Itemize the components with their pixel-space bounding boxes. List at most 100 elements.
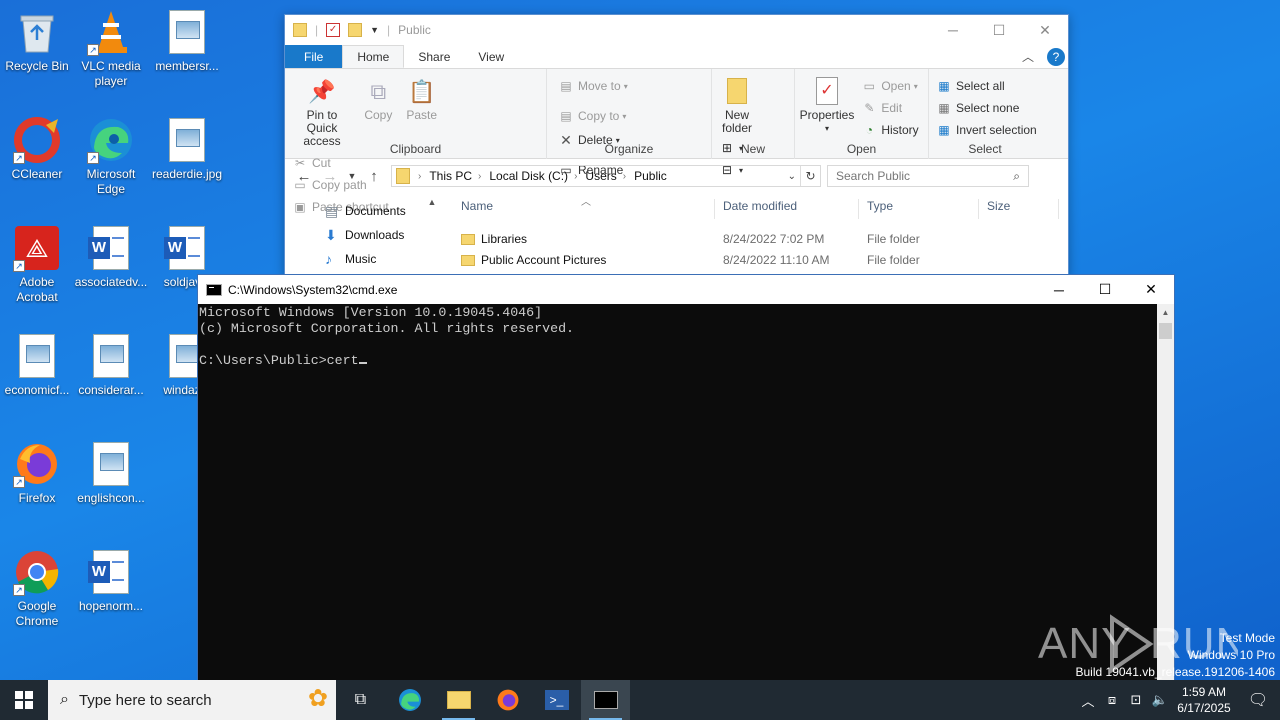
desktop-icon-hopenorm[interactable]: W hopenorm...	[74, 548, 148, 614]
word-document-icon: W	[87, 224, 135, 272]
folder-icon	[396, 168, 410, 184]
breadcrumb-public[interactable]: Public	[634, 169, 667, 183]
nav-item-music[interactable]: ♪ Music	[285, 247, 440, 271]
volume-icon[interactable]: 🔈	[1148, 692, 1172, 708]
console-input[interactable]: cert	[327, 353, 359, 368]
music-icon: ♪	[325, 251, 332, 267]
file-explorer-window[interactable]: | ✓ ▼ | Public ─ ☐ ✕ File Home Share Vie…	[284, 14, 1069, 276]
start-button[interactable]	[0, 680, 48, 720]
copy-button[interactable]: ⧉ Copy	[358, 73, 398, 124]
open-button[interactable]: ▭ Open ▾	[858, 75, 921, 97]
close-button[interactable]: ✕	[1128, 275, 1174, 304]
taskbar-cmd-button[interactable]	[581, 680, 630, 720]
tab-home[interactable]: Home	[342, 45, 405, 68]
tab-share[interactable]: Share	[404, 45, 464, 68]
taskbar-search-box[interactable]: ⌕ Type here to search ✿	[48, 680, 336, 720]
tab-view[interactable]: View	[464, 45, 518, 68]
desktop-icon-label: Google Chrome	[15, 599, 59, 628]
desktop-icon-ccleaner[interactable]: ↗ CCleaner	[0, 116, 74, 182]
select-none-button[interactable]: ▦ Select none	[933, 97, 1040, 119]
minimize-button[interactable]: ─	[930, 15, 976, 45]
table-row[interactable]: Libraries 8/24/2022 7:02 PM File folder	[453, 228, 1060, 249]
desktop-icon-associatedv[interactable]: W associatedv...	[74, 224, 148, 290]
new-folder-button[interactable]: New folder	[716, 73, 758, 137]
clock-date: 6/17/2025	[1177, 701, 1231, 715]
breadcrumb-local-disk[interactable]: Local Disk (C:)	[489, 169, 568, 183]
edit-icon: ✎	[864, 101, 875, 115]
desktop-icon-google-chrome[interactable]: ↗ Google Chrome	[0, 548, 74, 629]
desktop-icon-considerar[interactable]: considerar...	[74, 332, 148, 398]
desktop-icon-readerdie[interactable]: readerdie.jpg	[150, 116, 224, 182]
notification-center-icon[interactable]: 🗨	[1236, 690, 1280, 710]
column-type[interactable]: Type	[859, 199, 979, 219]
column-size[interactable]: Size	[979, 199, 1059, 219]
pin-to-quick-access-button[interactable]: 📌 Pin to Quick access	[289, 73, 355, 150]
new-folder-quick-icon[interactable]	[348, 23, 363, 37]
cmd-titlebar[interactable]: C:\Windows\System32\cmd.exe ─ ☐ ✕	[198, 275, 1174, 304]
explorer-titlebar[interactable]: | ✓ ▼ | Public ─ ☐ ✕	[285, 15, 1068, 45]
properties-check-icon[interactable]: ✓	[326, 23, 341, 37]
scroll-up-icon[interactable]: ▲	[424, 197, 440, 207]
copy-path-button[interactable]: ▭ Copy path	[289, 174, 392, 196]
command-prompt-window[interactable]: C:\Windows\System32\cmd.exe ─ ☐ ✕ Micros…	[197, 274, 1175, 684]
desktop-icon-adobe-acrobat[interactable]: ⟁ ↗ Adobe Acrobat	[0, 224, 74, 305]
group-label: Organize	[604, 142, 654, 156]
shortcut-arrow-icon: ↗	[13, 260, 25, 272]
scroll-up-icon[interactable]: ▲	[1157, 304, 1174, 321]
breadcrumb-users[interactable]: Users	[585, 169, 616, 183]
scroll-thumb[interactable]	[1159, 323, 1172, 339]
desktop-icon-englishcon[interactable]: englishcon...	[74, 440, 148, 506]
desktop-icon-recycle-bin[interactable]: Recycle Bin	[0, 8, 74, 74]
collapse-ribbon-icon[interactable]: ︿	[1022, 45, 1044, 68]
invert-selection-button[interactable]: ▦ Invert selection	[933, 119, 1040, 141]
network-icon[interactable]: ⊡	[1124, 692, 1148, 708]
table-row[interactable]: Public Account Pictures 8/24/2022 11:10 …	[453, 249, 1060, 270]
desktop-icon-economicf[interactable]: economicf...	[0, 332, 74, 398]
search-icon[interactable]: ⌕	[1013, 169, 1020, 184]
taskbar-file-explorer-button[interactable]	[434, 680, 483, 720]
address-bar[interactable]: › This PC › Local Disk (C:) › Users › Pu…	[391, 165, 821, 187]
desktop-icon-membersr[interactable]: membersr...	[150, 8, 224, 74]
breadcrumb-this-pc[interactable]: This PC	[429, 169, 472, 183]
device-icon[interactable]: ⧈	[1100, 692, 1124, 708]
taskbar-powershell-button[interactable]: >_	[532, 680, 581, 720]
maximize-button[interactable]: ☐	[1082, 275, 1128, 304]
properties-button[interactable]: ✓ Properties ▾	[799, 73, 855, 137]
quick-access-dropdown-icon[interactable]: ▼	[370, 25, 379, 35]
refresh-icon[interactable]: ↻	[800, 166, 820, 186]
minimize-button[interactable]: ─	[1036, 275, 1082, 304]
chrome-icon: ↗	[13, 548, 61, 596]
show-hidden-icons-icon[interactable]: ︿	[1076, 691, 1100, 710]
desktop-icon-microsoft-edge[interactable]: ↗ Microsoft Edge	[74, 116, 148, 197]
nav-item-downloads[interactable]: ⬇ Downloads	[285, 223, 440, 247]
desktop-icon-vlc[interactable]: ↗ VLC media player	[74, 8, 148, 89]
clock[interactable]: 1:59 AM 6/17/2025	[1172, 684, 1236, 716]
file-date-cell: 8/24/2022 11:10 AM	[723, 252, 830, 267]
nav-pane-scrollbar[interactable]: ▲	[424, 197, 440, 277]
desktop-icon-label: Microsoft Edge	[86, 167, 136, 196]
desktop-icon-firefox[interactable]: ↗ Firefox	[0, 440, 74, 506]
move-to-button[interactable]: ▤ Move to ▾	[555, 75, 631, 97]
edit-button[interactable]: ✎ Edit	[858, 97, 921, 119]
tab-file[interactable]: File	[285, 45, 343, 68]
taskbar-firefox-button[interactable]	[483, 680, 532, 720]
copy-to-button[interactable]: ▤ Copy to ▾	[555, 105, 631, 127]
window-title: Public	[398, 23, 431, 37]
taskbar-edge-button[interactable]	[385, 680, 434, 720]
help-icon[interactable]: ?	[1044, 45, 1068, 68]
console-output[interactable]: Microsoft Windows [Version 10.0.19045.40…	[198, 304, 1157, 683]
history-button[interactable]: ◔ History	[858, 119, 921, 141]
nav-item-documents[interactable]: ▤ Documents	[285, 199, 440, 223]
paste-button[interactable]: 📋 Paste	[402, 73, 442, 124]
group-open: ✓ Properties ▾ ▭ Open ▾ ✎ Edit ◔ History Ope…	[795, 69, 929, 159]
address-dropdown-icon[interactable]: ⌄	[788, 171, 796, 182]
close-button[interactable]: ✕	[1022, 15, 1068, 45]
task-view-button[interactable]: ⧉	[336, 680, 385, 720]
maximize-button[interactable]: ☐	[976, 15, 1022, 45]
desktop-icon-label: VLC media player	[81, 59, 141, 88]
task-view-icon: ⧉	[354, 691, 367, 708]
select-all-button[interactable]: ▦ Select all	[933, 75, 1040, 97]
select-all-icon: ▦	[938, 79, 950, 93]
search-box[interactable]: Search Public ⌕	[827, 165, 1029, 187]
column-date-modified[interactable]: Date modified	[715, 199, 859, 219]
